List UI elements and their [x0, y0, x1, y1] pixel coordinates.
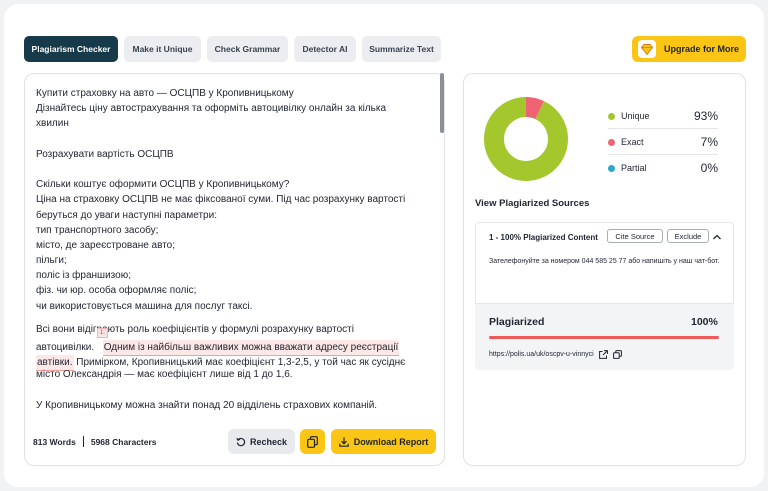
- legend-label-exact: Exact: [621, 137, 644, 147]
- text-line: Купити страховку на авто — ОСЦПВ у Кропи…: [36, 88, 294, 99]
- plagiarized-label: Plagiarized: [489, 316, 545, 328]
- text-line: хвилин: [36, 118, 69, 130]
- tab-summarize-text[interactable]: Summarize Text: [362, 36, 441, 62]
- text-line: поліс із франшизою;: [36, 270, 131, 282]
- legend-dot-partial: [608, 164, 615, 172]
- text-line: пільги;: [36, 255, 67, 267]
- text-line: чи використовується машина для послуг та…: [36, 300, 253, 312]
- sources-title: View Plagiarized Sources: [475, 198, 590, 209]
- legend-value-exact: 7%: [700, 135, 718, 149]
- legend-partial: Partial 0%: [608, 161, 718, 175]
- plagiarized-progress-bar: [489, 336, 719, 339]
- tab-check-grammar[interactable]: Check Grammar: [207, 36, 288, 62]
- text-line: У Кропивницькому можна знайти понад 20 в…: [36, 399, 378, 411]
- copy-button[interactable]: [300, 429, 325, 454]
- text-line: автоцивілки. 1. Одним із найбільш важлив…: [36, 328, 436, 356]
- legend-value-partial: 0%: [700, 161, 718, 175]
- legend-dot-exact: [608, 138, 615, 146]
- legend-exact: Exact 7%: [608, 135, 718, 149]
- exclude-button[interactable]: Exclude: [667, 229, 709, 243]
- legend-unique: Unique 93%: [608, 109, 718, 123]
- copy-url-icon[interactable]: [612, 350, 622, 359]
- recheck-button[interactable]: Recheck: [228, 429, 295, 454]
- text-line: Розрахувати вартість ОСЦПВ: [36, 148, 174, 160]
- legend-label-unique: Unique: [621, 111, 650, 121]
- chevron-up-icon[interactable]: [711, 232, 723, 242]
- recheck-label: Recheck: [249, 436, 288, 447]
- cite-source-button[interactable]: Cite Source: [607, 229, 663, 243]
- legend-label-partial: Partial: [621, 163, 647, 173]
- upgrade-button[interactable]: Upgrade for More: [632, 36, 746, 62]
- source-snippet: Зателефонуйте за номером 044 585 25 77 а…: [489, 258, 720, 265]
- copy-icon: [307, 435, 318, 448]
- download-report-button[interactable]: Download Report: [331, 429, 436, 454]
- word-count: 813 Words: [33, 436, 76, 447]
- uniqueness-donut-chart: [484, 97, 568, 181]
- text-line: місто Олександрія — має коефіцієнт лише …: [36, 369, 293, 381]
- legend-value-unique: 93%: [693, 109, 718, 123]
- source-heading[interactable]: 1 - 100% Plagiarized Content: [489, 233, 609, 242]
- text-line: Дізнайтесь ціну автострахування та оформ…: [36, 103, 387, 115]
- source-url[interactable]: https://polis.ua/uk/oscpv-u-vinnyci: [489, 351, 594, 358]
- tab-detector-ai[interactable]: Detector AI: [294, 36, 356, 62]
- tab-plagiarism-checker[interactable]: Plagiarism Checker: [24, 36, 118, 62]
- source-url-row: https://polis.ua/uk/oscpv-u-vinnyci: [489, 350, 622, 359]
- tab-make-it-unique[interactable]: Make it Unique: [124, 36, 201, 62]
- character-count: 5968 Characters: [90, 436, 157, 447]
- legend-dot-unique: [608, 112, 615, 120]
- text-line: автівки. Примірком, Кропивницький має ко…: [36, 352, 436, 372]
- text-stats: 813 Words 5968 Characters: [33, 436, 157, 447]
- plagiarized-progress-fill: [489, 336, 719, 339]
- text-line: Скільки коштує оформити ОСЦПВ у Кропивни…: [36, 179, 290, 191]
- text-line: Ціна на страховку ОСЦПВ не має фіксовано…: [36, 194, 406, 206]
- download-icon: [338, 437, 349, 447]
- text-line: місто, де зареєстроване авто;: [36, 239, 176, 251]
- refresh-icon: [236, 437, 246, 446]
- upgrade-label: Upgrade for More: [664, 44, 740, 54]
- text-line: беруться до уваги наступні параметри:: [36, 209, 217, 221]
- editor-text[interactable]: Купити страховку на авто — ОСЦПВ у Кропи…: [36, 86, 436, 422]
- external-link-icon[interactable]: [598, 350, 608, 359]
- gem-icon: [638, 40, 656, 58]
- text-line: фіз. чи юр. особа оформляє поліс;: [36, 285, 197, 297]
- editor-scrollbar[interactable]: [440, 73, 444, 133]
- highlight-number-badge[interactable]: 1.: [96, 328, 108, 338]
- plagiarized-value: 100%: [691, 316, 718, 328]
- download-report-label: Download Report: [353, 436, 429, 447]
- text-line: тип транспортного засобу;: [36, 224, 159, 236]
